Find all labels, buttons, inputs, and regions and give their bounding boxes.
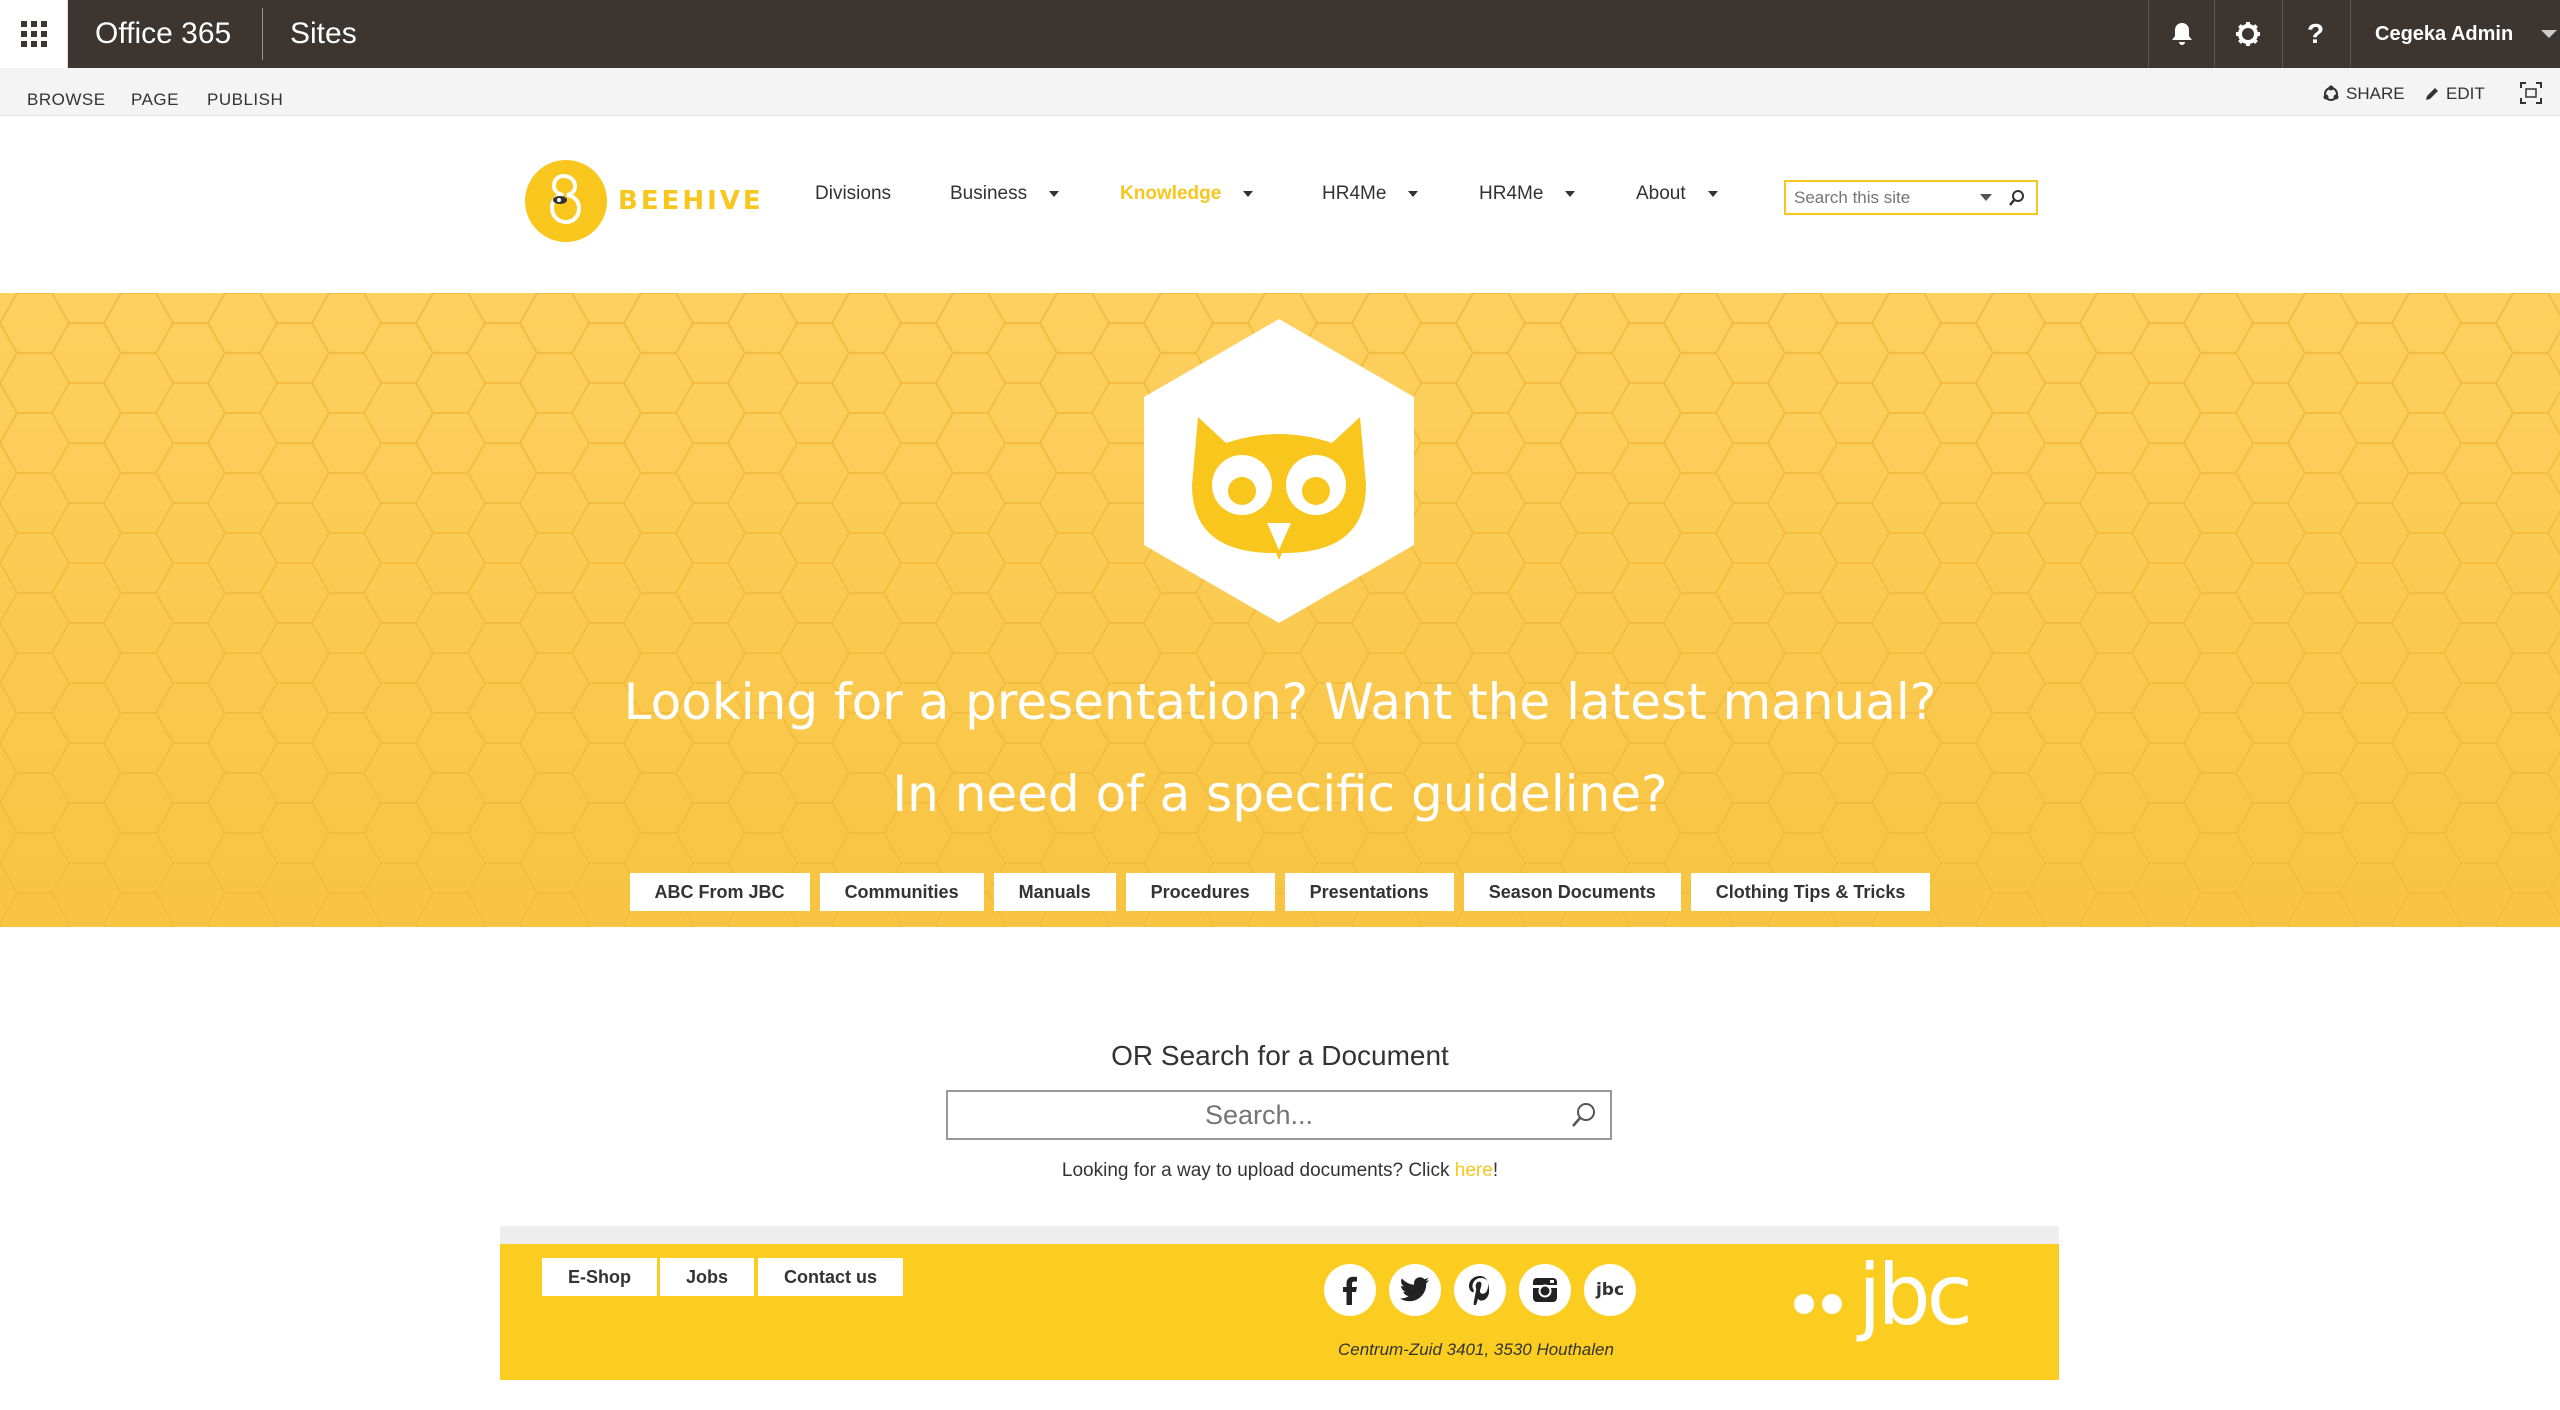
- footer-address: Centrum-Zuid 3401, 3530 Houthalen: [1338, 1340, 1614, 1359]
- social-links: jbc: [1324, 1264, 1636, 1316]
- help-icon: ?: [2306, 18, 2325, 49]
- tab-publish[interactable]: PUBLISH: [207, 90, 283, 110]
- document-search-title: OR Search for a Document: [1111, 1040, 1449, 1071]
- search-scope-dropdown-icon[interactable]: [1980, 194, 1992, 201]
- tab-browse[interactable]: BROWSE: [27, 90, 106, 110]
- gear-icon: [2235, 22, 2260, 46]
- hero-headline-1: Looking for a presentation? Want the lat…: [623, 673, 1937, 731]
- hero-headline-2: In need of a specific guideline?: [892, 765, 1668, 823]
- upload-suffix: !: [1492, 1160, 1499, 1181]
- category-procedures[interactable]: Procedures: [1125, 873, 1275, 911]
- footer-divider: [500, 1226, 2059, 1244]
- category-buttons: ABC From JBC Communities Manuals Procedu…: [0, 873, 2560, 911]
- jbc-brand-logo[interactable]: jbc: [1790, 1246, 2030, 1358]
- category-clothing-tips[interactable]: Clothing Tips & Tricks: [1690, 873, 1931, 911]
- category-season-documents[interactable]: Season Documents: [1463, 873, 1681, 911]
- suite-bar: Office 365 Sites ? Cegeka Admin: [0, 0, 2560, 68]
- jbc-dots-icon: [1794, 1294, 1842, 1314]
- jbc-brand-text: jbc: [1858, 1246, 1973, 1344]
- beehive-logo[interactable]: [525, 160, 607, 242]
- category-presentations[interactable]: Presentations: [1284, 873, 1454, 911]
- logo-text[interactable]: BEEHIVE: [618, 186, 764, 216]
- facebook-icon[interactable]: [1324, 1264, 1376, 1316]
- user-menu[interactable]: Cegeka Admin: [2350, 0, 2560, 68]
- nav-hr4me-2[interactable]: HR4Me: [1479, 183, 1576, 205]
- pinterest-icon[interactable]: [1454, 1264, 1506, 1316]
- jbc-app-label: jbc: [1595, 1280, 1625, 1300]
- owl-icon: [1144, 319, 1414, 623]
- upload-text: Looking for a way to upload documents? C…: [1061, 1160, 1455, 1181]
- hero-banner: Looking for a presentation? Want the lat…: [0, 293, 2560, 927]
- document-search-box: [946, 1090, 1612, 1140]
- office365-title[interactable]: Office 365: [95, 0, 231, 68]
- bee-icon: [549, 173, 582, 225]
- instagram-icon[interactable]: [1519, 1264, 1571, 1316]
- tab-page[interactable]: PAGE: [131, 90, 179, 110]
- nav-label: HR4Me: [1479, 183, 1544, 204]
- suite-divider: [262, 8, 263, 60]
- search-icon[interactable]: [2008, 189, 2026, 207]
- settings-button[interactable]: [2214, 0, 2280, 68]
- jobs-button[interactable]: Jobs: [660, 1258, 755, 1296]
- eshop-button[interactable]: E-Shop: [542, 1258, 657, 1296]
- category-manuals[interactable]: Manuals: [993, 873, 1116, 911]
- footer: E-Shop Jobs Contact us jbc Centrum-Zuid …: [500, 1244, 2059, 1380]
- user-name: Cegeka Admin: [2375, 22, 2514, 45]
- nav-about[interactable]: About: [1636, 183, 1718, 205]
- nav-business[interactable]: Business: [950, 183, 1060, 205]
- focus-button[interactable]: [2520, 82, 2542, 104]
- site-search-box: [1784, 180, 2038, 215]
- nav-hr4me-1[interactable]: HR4Me: [1322, 183, 1419, 205]
- nav-knowledge[interactable]: Knowledge: [1120, 183, 1254, 205]
- document-search-input[interactable]: [948, 1099, 1570, 1131]
- upload-note: Looking for a way to upload documents? C…: [0, 1160, 2560, 1182]
- edit-icon: [2426, 88, 2438, 100]
- share-icon: [2323, 85, 2339, 101]
- nav-label: HR4Me: [1322, 183, 1387, 204]
- dropdown-arrow-icon: [1707, 191, 1718, 197]
- notifications-button[interactable]: [2148, 0, 2214, 68]
- dropdown-arrow-icon: [1049, 191, 1060, 197]
- bell-icon: [2171, 23, 2192, 45]
- share-label: SHARE: [2346, 84, 2405, 103]
- edit-label: EDIT: [2446, 84, 2485, 103]
- category-communities[interactable]: Communities: [819, 873, 984, 911]
- nav-divisions[interactable]: Divisions: [815, 183, 891, 205]
- twitter-icon[interactable]: [1389, 1264, 1441, 1316]
- contact-us-button[interactable]: Contact us: [758, 1258, 904, 1296]
- jbc-app-icon[interactable]: jbc: [1584, 1264, 1636, 1316]
- nav-label: About: [1636, 183, 1686, 204]
- upload-here-link[interactable]: here: [1455, 1160, 1493, 1181]
- dropdown-arrow-icon: [1565, 191, 1576, 197]
- nav-label: Knowledge: [1120, 183, 1222, 204]
- app-launcher-icon[interactable]: [0, 0, 68, 68]
- edit-button[interactable]: EDIT: [2424, 84, 2485, 104]
- site-search-input[interactable]: [1794, 187, 1974, 208]
- ribbon: BROWSE PAGE PUBLISH SHARE EDIT: [0, 68, 2560, 116]
- nav-label: Divisions: [815, 183, 892, 204]
- dropdown-arrow-icon: [1408, 191, 1419, 197]
- share-button[interactable]: SHARE: [2322, 84, 2405, 104]
- dropdown-arrow-icon: [1243, 191, 1254, 197]
- search-icon[interactable]: [1570, 1101, 1598, 1129]
- category-abc-from-jbc[interactable]: ABC From JBC: [629, 873, 810, 911]
- chevron-down-icon: [2541, 30, 2558, 38]
- nav-label: Business: [950, 183, 1028, 204]
- focus-icon: [2520, 82, 2542, 104]
- sites-link[interactable]: Sites: [290, 0, 357, 68]
- help-button[interactable]: ?: [2282, 0, 2348, 68]
